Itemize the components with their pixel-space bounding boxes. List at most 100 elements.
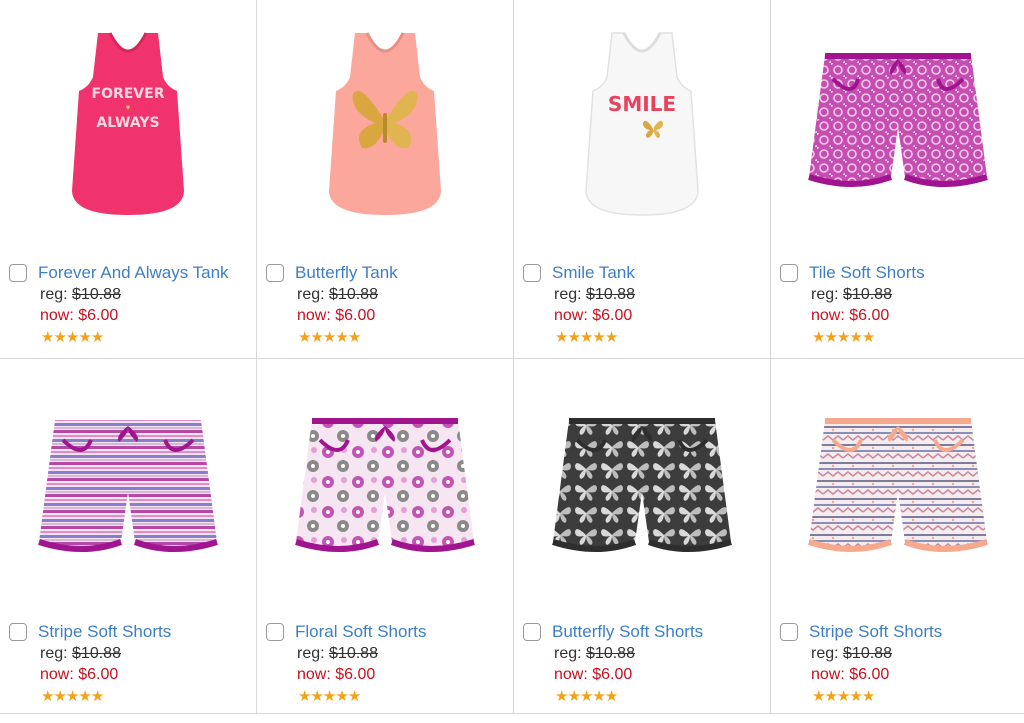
star-icon: ★ bbox=[78, 329, 91, 346]
svg-text:SMILE: SMILE bbox=[608, 92, 676, 116]
product-card: Butterfly Soft Shorts reg: $10.88 now: $… bbox=[514, 359, 771, 714]
product-card: Butterfly Tank reg: $10.88 now: $6.00 ★ ★… bbox=[257, 0, 514, 359]
product-image-white-tank[interactable]: SMILE bbox=[514, 26, 770, 222]
star-icon: ★ bbox=[812, 688, 825, 705]
regular-price: reg: $10.88 bbox=[297, 286, 378, 303]
star-icon: ★ bbox=[90, 329, 104, 346]
sale-price: now: $6.00 bbox=[297, 307, 376, 324]
product-title-link[interactable]: Floral Soft Shorts bbox=[295, 622, 426, 642]
product-title-link[interactable]: Tile Soft Shorts bbox=[809, 263, 925, 283]
star-icon: ★ bbox=[310, 329, 323, 346]
product-grid: FOREVER ♥ ALWAYS Forever And Always Tank… bbox=[0, 0, 1024, 714]
sale-price: now: $6.00 bbox=[811, 307, 890, 324]
star-icon: ★ bbox=[555, 688, 568, 705]
sale-price: now: $6.00 bbox=[554, 307, 633, 324]
star-icon: ★ bbox=[604, 688, 618, 705]
star-icon: ★ bbox=[849, 688, 862, 705]
shorts-image bbox=[807, 418, 988, 552]
compare-checkbox[interactable] bbox=[780, 623, 798, 641]
star-icon: ★ bbox=[347, 329, 361, 346]
product-card: Floral Soft Shorts reg: $10.88 now: $6.0… bbox=[257, 359, 514, 714]
product-title-link[interactable]: Smile Tank bbox=[552, 263, 635, 283]
product-card: SMILE Smile Tank reg: $10.88 now: $6.00 … bbox=[514, 0, 771, 359]
compare-checkbox[interactable] bbox=[266, 264, 284, 282]
star-icon: ★ bbox=[298, 688, 311, 705]
product-title-link[interactable]: Forever And Always Tank bbox=[38, 263, 229, 283]
star-icon: ★ bbox=[812, 329, 825, 346]
star-icon: ★ bbox=[579, 329, 593, 346]
product-image-floral-shorts[interactable] bbox=[257, 399, 513, 579]
star-icon: ★ bbox=[335, 329, 348, 346]
star-icon: ★ bbox=[836, 688, 850, 705]
shorts-image bbox=[552, 418, 732, 552]
sale-price: now: $6.00 bbox=[40, 666, 119, 683]
star-icon: ★ bbox=[567, 329, 580, 346]
star-rating: ★ ★ ★ ★ ★ bbox=[41, 689, 256, 705]
product-image-stripe-shorts[interactable] bbox=[0, 399, 256, 579]
compare-checkbox[interactable] bbox=[9, 623, 27, 641]
star-icon: ★ bbox=[861, 329, 875, 346]
star-icon: ★ bbox=[41, 329, 54, 346]
star-icon: ★ bbox=[604, 329, 618, 346]
regular-price: reg: $10.88 bbox=[40, 286, 121, 303]
star-icon: ★ bbox=[322, 329, 336, 346]
regular-price: reg: $10.88 bbox=[40, 645, 121, 662]
star-icon: ★ bbox=[53, 688, 66, 705]
star-icon: ★ bbox=[861, 688, 875, 705]
tank-top-image bbox=[329, 32, 441, 215]
star-icon: ★ bbox=[41, 688, 54, 705]
star-icon: ★ bbox=[849, 329, 862, 346]
svg-text:♥: ♥ bbox=[126, 103, 131, 112]
compare-checkbox[interactable] bbox=[523, 264, 541, 282]
star-icon: ★ bbox=[298, 329, 311, 346]
product-image-pink-tank[interactable]: FOREVER ♥ ALWAYS bbox=[0, 26, 256, 222]
svg-text:ALWAYS: ALWAYS bbox=[96, 115, 159, 131]
shorts-image bbox=[38, 420, 218, 552]
star-rating: ★ ★ ★ ★ ★ bbox=[41, 330, 256, 346]
product-title-link[interactable]: Stripe Soft Shorts bbox=[38, 622, 171, 642]
product-title-link[interactable]: Butterfly Tank bbox=[295, 263, 398, 283]
tank-top-image: FOREVER ♥ ALWAYS bbox=[72, 32, 184, 215]
star-icon: ★ bbox=[347, 688, 361, 705]
star-rating: ★ ★ ★ ★ ★ bbox=[555, 689, 770, 705]
regular-price: reg: $10.88 bbox=[811, 645, 892, 662]
regular-price: reg: $10.88 bbox=[297, 645, 378, 662]
sale-price: now: $6.00 bbox=[554, 666, 633, 683]
product-title-link[interactable]: Stripe Soft Shorts bbox=[809, 622, 942, 642]
product-image-peach-stripe-shorts[interactable] bbox=[771, 399, 1024, 579]
star-rating: ★ ★ ★ ★ ★ bbox=[812, 689, 1024, 705]
star-icon: ★ bbox=[567, 688, 580, 705]
star-icon: ★ bbox=[322, 688, 336, 705]
star-icon: ★ bbox=[65, 329, 79, 346]
star-icon: ★ bbox=[555, 329, 568, 346]
product-card: Tile Soft Shorts reg: $10.88 now: $6.00 … bbox=[771, 0, 1024, 359]
star-icon: ★ bbox=[836, 329, 850, 346]
sale-price: now: $6.00 bbox=[297, 666, 376, 683]
star-icon: ★ bbox=[90, 688, 104, 705]
star-icon: ★ bbox=[592, 329, 605, 346]
compare-checkbox[interactable] bbox=[523, 623, 541, 641]
star-rating: ★ ★ ★ ★ ★ bbox=[298, 689, 513, 705]
product-card: Stripe Soft Shorts reg: $10.88 now: $6.0… bbox=[0, 359, 257, 714]
product-image-tile-shorts[interactable] bbox=[771, 26, 1024, 222]
regular-price: reg: $10.88 bbox=[811, 286, 892, 303]
star-rating: ★ ★ ★ ★ ★ bbox=[555, 330, 770, 346]
shorts-image bbox=[807, 53, 988, 187]
compare-checkbox[interactable] bbox=[9, 264, 27, 282]
regular-price: reg: $10.88 bbox=[554, 286, 635, 303]
shorts-image bbox=[295, 418, 475, 552]
svg-text:FOREVER: FOREVER bbox=[92, 86, 165, 102]
product-image-peach-tank[interactable] bbox=[257, 26, 513, 222]
star-icon: ★ bbox=[592, 688, 605, 705]
star-icon: ★ bbox=[53, 329, 66, 346]
product-image-butterfly-shorts[interactable] bbox=[514, 399, 770, 579]
compare-checkbox[interactable] bbox=[780, 264, 798, 282]
star-icon: ★ bbox=[78, 688, 91, 705]
product-title-link[interactable]: Butterfly Soft Shorts bbox=[552, 622, 703, 642]
star-icon: ★ bbox=[335, 688, 348, 705]
tank-top-image: SMILE bbox=[585, 32, 699, 216]
star-icon: ★ bbox=[824, 688, 837, 705]
star-icon: ★ bbox=[824, 329, 837, 346]
product-card: Stripe Soft Shorts reg: $10.88 now: $6.0… bbox=[771, 359, 1024, 714]
compare-checkbox[interactable] bbox=[266, 623, 284, 641]
